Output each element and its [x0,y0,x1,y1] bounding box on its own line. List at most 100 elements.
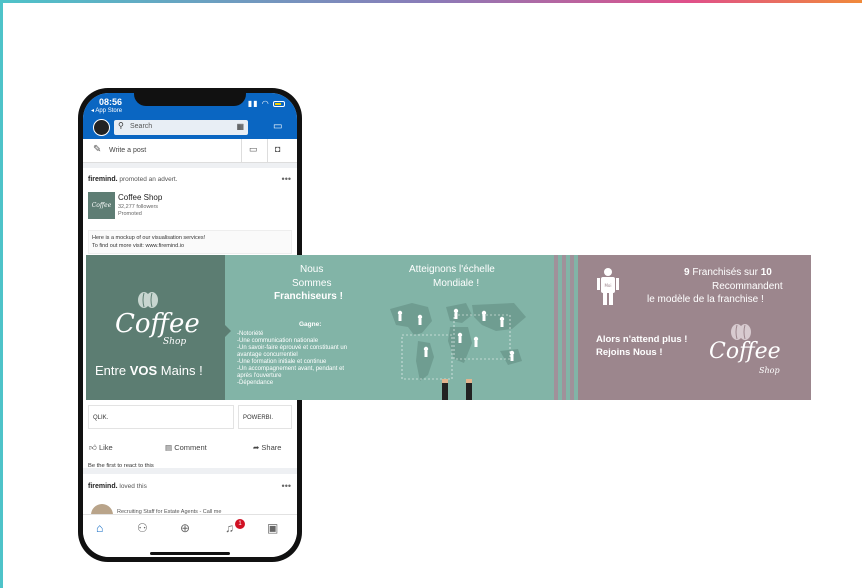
gain-item: -Une formation initiale et continue [237,359,327,365]
person-icon: Moi [597,268,619,305]
my-network-icon[interactable]: ⚇ [137,521,148,535]
panel-arrow [225,325,231,337]
share-icon: ➦ [253,443,260,452]
search-input[interactable]: ⚲ Search ▦ [114,120,248,135]
share-box: ✎ Write a post ▭ ◘ [83,139,297,163]
like-icon: 👍︎ [89,443,97,452]
banner-panel-brand: Coffee Shop Entre VOS Mains ! [86,255,225,400]
stat-line3: le modèle de la franchise ! [647,294,764,305]
gain-item: -Dépendance [237,380,274,386]
tagline-pre: Entre [95,363,127,378]
post-header: firemind. promoted an advert. [88,176,178,183]
more-options-icon[interactable]: ••• [282,174,291,184]
stat-num1: 9 [684,267,690,278]
brand-coffee-word: Coffee [115,309,200,339]
share-button[interactable]: ➦ Share [253,443,281,452]
company-logo[interactable]: Coffee [88,192,115,219]
wifi-icon: ◠ [261,99,270,108]
notifications-icon[interactable]: ♫ [225,521,234,535]
brand-shop-word: Shop [759,366,780,375]
signal-icon: ▮▮ [247,99,259,108]
jobs-icon[interactable]: ▣ [267,521,278,535]
like-button[interactable]: 👍︎ Like [89,443,113,453]
cta-line1: Alors n'attend plus ! [596,334,688,345]
company-followers: 32,277 followers [118,204,159,210]
description-link[interactable]: To find out more visit: www.firemind.io [92,243,184,249]
promoter-name[interactable]: firemind. [88,176,118,183]
tagline-bold: VOS [129,363,158,378]
top-gradient-line [0,0,862,3]
description-line: Here is a mockup of our visualisation se… [92,235,206,241]
ad-banner[interactable]: Coffee Shop Entre VOS Mains ! Nous Somme… [86,255,811,400]
post-description: Here is a mockup of our visualisation se… [88,230,292,254]
franchise-line1: Nous [300,264,324,275]
camera-icon[interactable]: ◘ [275,144,280,154]
left-border-line [0,0,3,588]
bottom-tab-bar: ⌂ ⚇ ⊕ ♫ 1 ▣ [83,514,297,557]
stat-line2: Recommandent [712,281,783,292]
stat-line1: 9 Franchisés sur 10 [684,267,772,278]
actor-name[interactable]: firemind. [88,483,118,490]
world-line1: Atteignons l'échelle [409,264,495,275]
carousel-tile-qlik[interactable]: QLIK. [88,405,234,429]
search-icon: ⚲ [118,121,124,130]
franchise-line3: Franchiseurs ! [274,291,343,302]
battery-icon [273,100,285,107]
comment-label: Comment [174,443,207,452]
messaging-icon[interactable]: ▭ [273,121,282,132]
back-to-app-store[interactable]: ◂ App Store [91,107,122,114]
post-actions: 👍︎ Like ▤ Comment ➦ Share [83,439,297,459]
person-label: Moi [604,283,611,288]
react-prompt: Be the first to react to this [88,463,154,469]
notification-badge: 1 [235,519,245,529]
status-time: 08:56 [99,97,123,107]
world-line2: Mondiale ! [433,278,480,289]
post-plus-icon[interactable]: ⊕ [180,521,190,535]
video-icon[interactable]: ▭ [249,144,258,155]
search-placeholder: Search [130,123,153,130]
qr-code-icon[interactable]: ▦ [236,122,244,131]
carousel-tiles: QLIK. POWERBI. [88,405,292,429]
write-post-button[interactable]: Write a post [109,147,146,154]
divider [267,139,268,163]
stage: 08:56 ◂ App Store ▮▮ ◠ ⚲ Search ▦ ▭ ✎ Wr… [0,0,862,588]
company-name[interactable]: Coffee Shop [118,193,162,202]
franchise-line2: Sommes [292,278,332,289]
home-indicator [150,552,230,555]
coffee-bean-icon [138,292,158,308]
phone-notch [134,88,246,106]
brand-tagline: Entre VOS Mains ! [95,363,203,378]
gain-item: -Un accompagnement avant, pendant et [237,366,345,372]
home-icon[interactable]: ⌂ [96,521,103,535]
gain-item: -Un savoir-faire éprouvé et constituant … [237,345,348,351]
top-search-bar: ⚲ Search ▦ ▭ [83,117,297,139]
post-header: firemind. loved this [88,483,147,490]
feed-post-2: firemind. loved this ••• Recruiting Staf… [83,474,297,526]
stat-mid: Franchisés sur [692,267,758,278]
promoter-action: promoted an advert. [119,176,178,183]
tagline-post: Mains ! [160,363,203,378]
edit-icon: ✎ [93,144,102,155]
gain-item: -Une communication nationale [237,338,319,344]
actor-action: loved this [119,483,147,490]
carousel-tile-powerbi[interactable]: POWERBI. [238,405,292,429]
gain-item: avantage concurrentiel [237,352,298,358]
world-map-icon [390,303,526,400]
banner-stripes [550,255,578,400]
brand-shop-word: Shop [163,337,187,347]
cta-line2: Rejoins Nous ! [596,347,663,358]
promoted-label: Promoted [118,211,142,217]
gain-item: -Notoriété [237,331,264,337]
gain-item: après l'ouverture [237,373,282,379]
profile-avatar[interactable] [93,119,110,136]
comment-button[interactable]: ▤ Comment [165,443,207,452]
stat-num2: 10 [760,267,772,278]
gains-title: Gagne: [299,321,322,328]
brand-coffee-word: Coffee [709,339,781,364]
divider [241,139,242,163]
like-label: Like [98,443,113,452]
more-options-icon[interactable]: ••• [282,481,291,491]
comment-icon: ▤ [165,443,173,452]
status-icons: ▮▮ ◠ [248,99,285,108]
share-label: Share [261,443,282,452]
